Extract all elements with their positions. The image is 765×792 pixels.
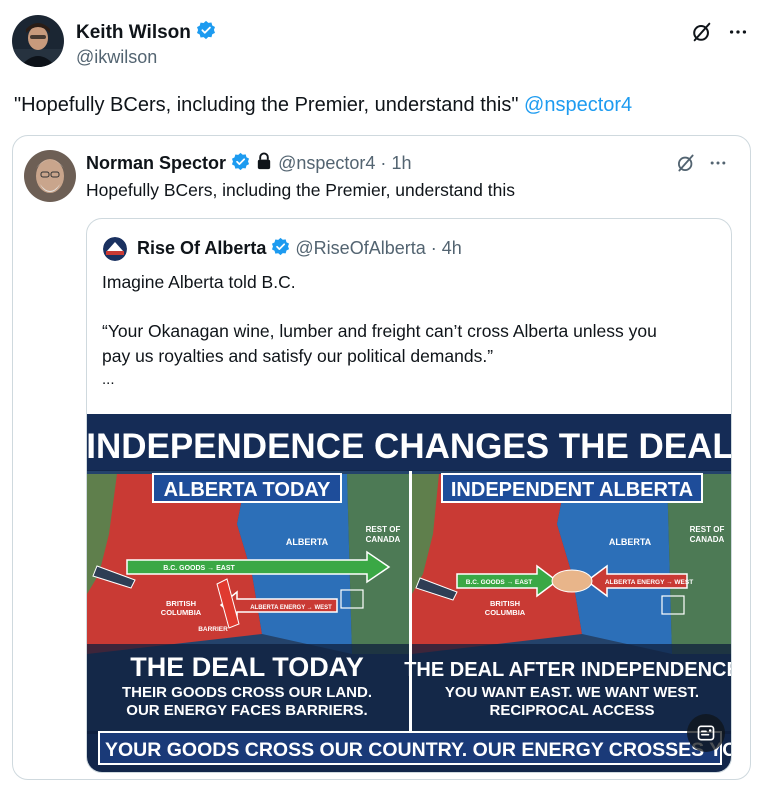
more-icon[interactable] (707, 152, 729, 174)
nested-text-line-3: pay us royalties and satisfy our politic… (102, 346, 494, 366)
left-panel-header: ALBERTA TODAY (164, 479, 331, 501)
left-label-alberta: ALBERTA (286, 537, 329, 547)
left-label-canada: CANADA (366, 535, 401, 544)
infographic-image[interactable]: INDEPENDENCE CHANGES THE DEAL ALBERTA TO… (87, 414, 732, 772)
quoted-author-name[interactable]: Norman Spector (86, 153, 226, 173)
nested-quoted-tweet-card[interactable]: Rise Of Alberta @RiseOfAlberta · 4h Imag… (86, 218, 732, 773)
infographic-graphic: INDEPENDENCE CHANGES THE DEAL ALBERTA TO… (87, 414, 732, 772)
right-label-alberta: ALBERTA (609, 537, 652, 547)
right-label-alberta-energy: ALBERTA ENERGY → WEST (605, 579, 693, 586)
quoted-tweet-card[interactable]: Norman Spector @nspector4 · 1h Hopefully… (12, 135, 751, 780)
right-label-british: BRITISH (490, 599, 520, 608)
right-deal-line-2: RECIPROCAL ACCESS (489, 702, 654, 719)
grok-icon[interactable] (690, 20, 714, 44)
left-deal-line-1: THEIR GOODS CROSS OUR LAND. (122, 684, 372, 701)
image-text-icon[interactable] (687, 714, 725, 752)
left-deal-line-2: OUR ENERGY FACES BARRIERS. (126, 702, 367, 719)
left-label-bc-goods: B.C. GOODS → EAST (163, 565, 235, 572)
grok-icon[interactable] (675, 152, 697, 174)
main-author-name[interactable]: Keith Wilson (76, 22, 191, 43)
quoted-time[interactable]: 1h (391, 153, 411, 173)
main-author-handle[interactable]: @ikwilson (76, 46, 157, 68)
verified-badge-icon (271, 237, 290, 261)
right-label-columbia: COLUMBIA (485, 608, 526, 617)
quoted-tweet-text: Hopefully BCers, including the Premier, … (86, 180, 515, 200)
left-label-british: BRITISH (166, 599, 196, 608)
right-panel: INDEPENDENT ALBERTA ALBERTA REST OF CANA… (404, 471, 732, 734)
left-deal-title: THE DEAL TODAY (130, 652, 364, 682)
main-tweet-text: "Hopefully BCers, including the Premier,… (14, 92, 632, 118)
nested-author-handle[interactable]: @RiseOfAlberta (295, 238, 425, 258)
main-tweet-body: "Hopefully BCers, including the Premier,… (14, 94, 525, 116)
nested-author-name[interactable]: Rise Of Alberta (137, 238, 266, 258)
left-label-alberta-energy: ALBERTA ENERGY → WEST (250, 605, 332, 611)
verified-badge-icon (196, 20, 216, 46)
right-deal-line-1: YOU WANT EAST. WE WANT WEST. (445, 684, 699, 701)
left-panel: ALBERTA TODAY ALBERTA REST OF CANADA B.C… (87, 471, 409, 734)
nested-time[interactable]: 4h (442, 238, 462, 258)
verified-badge-icon (231, 152, 250, 176)
left-label-barrier: BARRIER (198, 626, 228, 633)
lock-icon (255, 152, 273, 176)
keith-wilson-avatar[interactable] (12, 15, 64, 67)
right-label-canada: CANADA (690, 535, 725, 544)
norman-spector-avatar[interactable] (24, 150, 76, 202)
nested-text-line-2: “Your Okanagan wine, lumber and freight … (102, 321, 657, 341)
main-author-row: Keith Wilson (76, 20, 216, 46)
nested-separator: · (430, 238, 437, 258)
right-deal-title: THE DEAL AFTER INDEPENDENCE (404, 659, 732, 681)
right-label-bc-goods: B.C. GOODS → EAST (466, 579, 532, 586)
left-label-rest-of: REST OF (366, 525, 401, 534)
nested-author-row: Rise Of Alberta @RiseOfAlberta · 4h (137, 237, 462, 261)
rise-of-alberta-avatar[interactable] (103, 237, 127, 261)
quoted-author-handle[interactable]: @nspector4 (278, 153, 375, 173)
mention-link[interactable]: @nspector4 (524, 94, 632, 116)
more-icon[interactable] (726, 20, 750, 44)
nested-ellipsis: ... (102, 371, 115, 388)
right-panel-header: INDEPENDENT ALBERTA (451, 479, 693, 501)
infographic-footer: YOUR GOODS CROSS OUR COUNTRY. OUR ENERGY… (105, 739, 732, 761)
nested-text-line-1: Imagine Alberta told B.C. (102, 272, 296, 292)
quoted-separator: · (380, 153, 387, 173)
right-label-rest-of: REST OF (690, 525, 725, 534)
infographic-title: INDEPENDENCE CHANGES THE DEAL (87, 427, 732, 466)
quoted-author-row: Norman Spector @nspector4 · 1h (86, 152, 411, 176)
left-label-columbia: COLUMBIA (161, 608, 202, 617)
